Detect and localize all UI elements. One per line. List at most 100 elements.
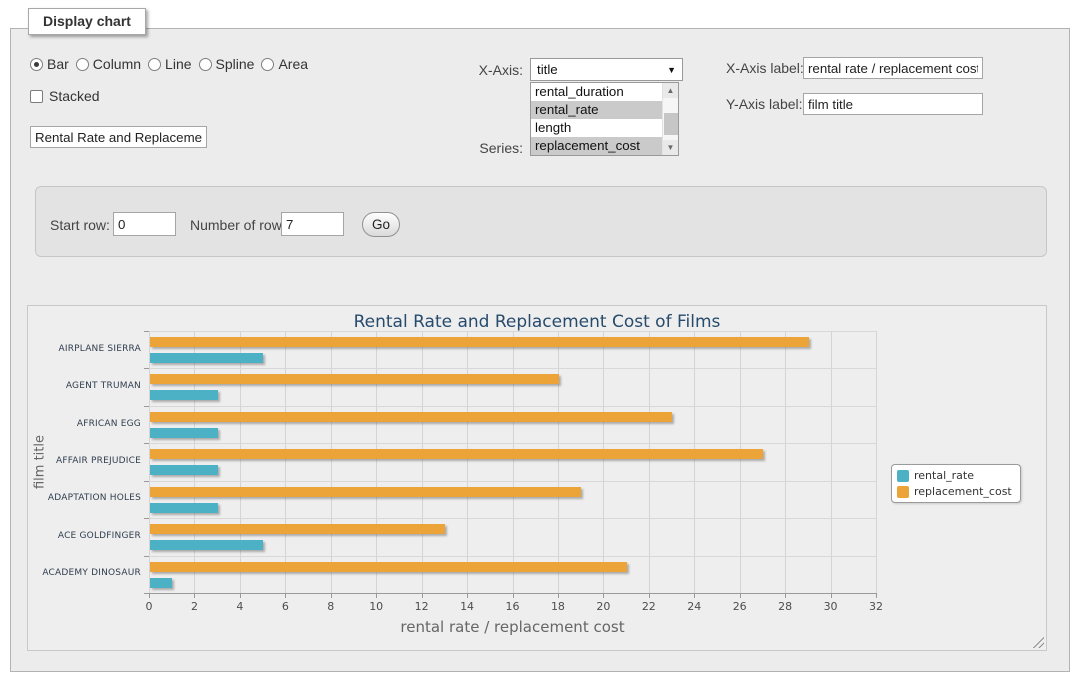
gridline — [376, 331, 377, 593]
legend-label: replacement_cost — [914, 485, 1012, 498]
go-button[interactable]: Go — [362, 212, 400, 237]
gridline — [240, 331, 241, 593]
gridline — [149, 518, 876, 519]
legend-label: rental_rate — [914, 469, 974, 482]
gridline — [149, 481, 876, 482]
scroll-up-icon[interactable]: ▲ — [663, 83, 678, 98]
gridline — [331, 331, 332, 593]
bar-replacement_cost — [150, 412, 672, 422]
legend-item-replacement_cost[interactable]: replacement_cost — [897, 485, 1012, 498]
series-option-rental_duration[interactable]: rental_duration — [531, 83, 662, 101]
bar-rental_rate — [150, 428, 218, 438]
gridline — [285, 331, 286, 593]
category-label: ACADEMY DINOSAUR — [28, 568, 141, 578]
gridline — [740, 331, 741, 593]
number-of-rows-input[interactable] — [281, 212, 344, 236]
x-axis-select[interactable]: title ▼ — [530, 58, 683, 81]
scroll-down-icon[interactable]: ▼ — [663, 140, 678, 155]
chart-container: Rental Rate and Replacement Cost of Film… — [27, 305, 1047, 651]
x-tick — [876, 593, 877, 598]
radio-icon[interactable] — [76, 58, 89, 71]
bar-rental_rate — [150, 578, 172, 588]
x-tick-label: 32 — [869, 600, 883, 613]
x-tick-label: 20 — [596, 600, 610, 613]
x-tick-label: 2 — [191, 600, 198, 613]
fieldset-legend: Display chart — [28, 8, 146, 35]
bar-rental_rate — [150, 390, 218, 400]
radio-icon[interactable] — [199, 58, 212, 71]
gridline — [149, 368, 876, 369]
stacked-label: Stacked — [49, 88, 100, 104]
series-option-replacement_cost[interactable]: replacement_cost — [531, 137, 662, 155]
radio-icon[interactable] — [30, 58, 43, 71]
x-tick-label: 26 — [733, 600, 747, 613]
resize-handle-icon[interactable] — [1032, 636, 1044, 648]
x-tick-label: 4 — [236, 600, 243, 613]
gridline — [467, 331, 468, 593]
x-axis-label-label: X-Axis label: — [726, 60, 804, 76]
x-tick-label: 14 — [460, 600, 474, 613]
bar-replacement_cost — [150, 562, 627, 572]
y-axis-title: film title — [33, 435, 48, 489]
radio-label: Area — [278, 56, 308, 72]
chart-legend[interactable]: rental_rate replacement_cost — [891, 464, 1021, 503]
gridline — [513, 331, 514, 593]
bar-rental_rate — [150, 353, 263, 363]
chart-type-radio-group: Bar Column Line Spline Area — [30, 56, 308, 72]
bar-replacement_cost — [150, 524, 445, 534]
gridline — [831, 331, 832, 593]
bar-rental_rate — [150, 503, 218, 513]
category-label: AIRPLANE SIERRA — [28, 344, 141, 354]
radio-area[interactable]: Area — [261, 56, 308, 72]
listbox-scrollbar[interactable]: ▲ ▼ — [662, 83, 678, 155]
x-tick-label: 18 — [551, 600, 565, 613]
series-options: rental_durationrental_ratelengthreplacem… — [531, 83, 662, 155]
x-axis-line — [149, 593, 876, 594]
bar-replacement_cost — [150, 487, 581, 497]
gridline — [558, 331, 559, 593]
chart-title-input[interactable] — [30, 126, 207, 148]
stacked-checkbox[interactable] — [30, 90, 43, 103]
scrollbar-thumb[interactable] — [664, 113, 678, 135]
radio-label: Bar — [47, 56, 69, 72]
y-axis-label-input[interactable] — [803, 93, 983, 115]
series-listbox[interactable]: rental_durationrental_ratelengthreplacem… — [530, 82, 679, 156]
x-tick-label: 6 — [282, 600, 289, 613]
y-tick — [144, 518, 149, 519]
stacked-checkbox-row: Stacked — [30, 88, 100, 104]
radio-column[interactable]: Column — [76, 56, 141, 72]
x-tick-label: 28 — [778, 600, 792, 613]
bar-replacement_cost — [150, 374, 559, 384]
radio-label: Column — [93, 56, 141, 72]
gridline — [149, 556, 876, 557]
category-label: ACE GOLDFINGER — [28, 531, 141, 541]
gridline — [603, 331, 604, 593]
series-option-length[interactable]: length — [531, 119, 662, 137]
gridline — [694, 331, 695, 593]
radio-spline[interactable]: Spline — [199, 56, 255, 72]
radio-line[interactable]: Line — [148, 56, 191, 72]
x-axis-select-value: title — [537, 62, 558, 77]
x-tick-label: 12 — [415, 600, 429, 613]
legend-item-rental_rate[interactable]: rental_rate — [897, 469, 1012, 482]
radio-label: Spline — [216, 56, 255, 72]
category-label: AGENT TRUMAN — [28, 381, 141, 391]
radio-icon[interactable] — [261, 58, 274, 71]
bar-rental_rate — [150, 540, 263, 550]
y-tick — [144, 481, 149, 482]
x-tick-label: 0 — [146, 600, 153, 613]
y-tick — [144, 331, 149, 332]
x-axis-label-input[interactable] — [803, 57, 983, 79]
y-tick — [144, 368, 149, 369]
gridline — [149, 331, 876, 332]
gridline — [194, 331, 195, 593]
radio-icon[interactable] — [148, 58, 161, 71]
start-row-input[interactable] — [113, 212, 176, 236]
chart-title: Rental Rate and Replacement Cost of Film… — [28, 312, 1046, 332]
gridline — [422, 331, 423, 593]
series-option-rental_rate[interactable]: rental_rate — [531, 101, 662, 119]
x-tick-label: 10 — [369, 600, 383, 613]
bar-rental_rate — [150, 465, 218, 475]
radio-bar[interactable]: Bar — [30, 56, 69, 72]
x-tick-label: 16 — [506, 600, 520, 613]
